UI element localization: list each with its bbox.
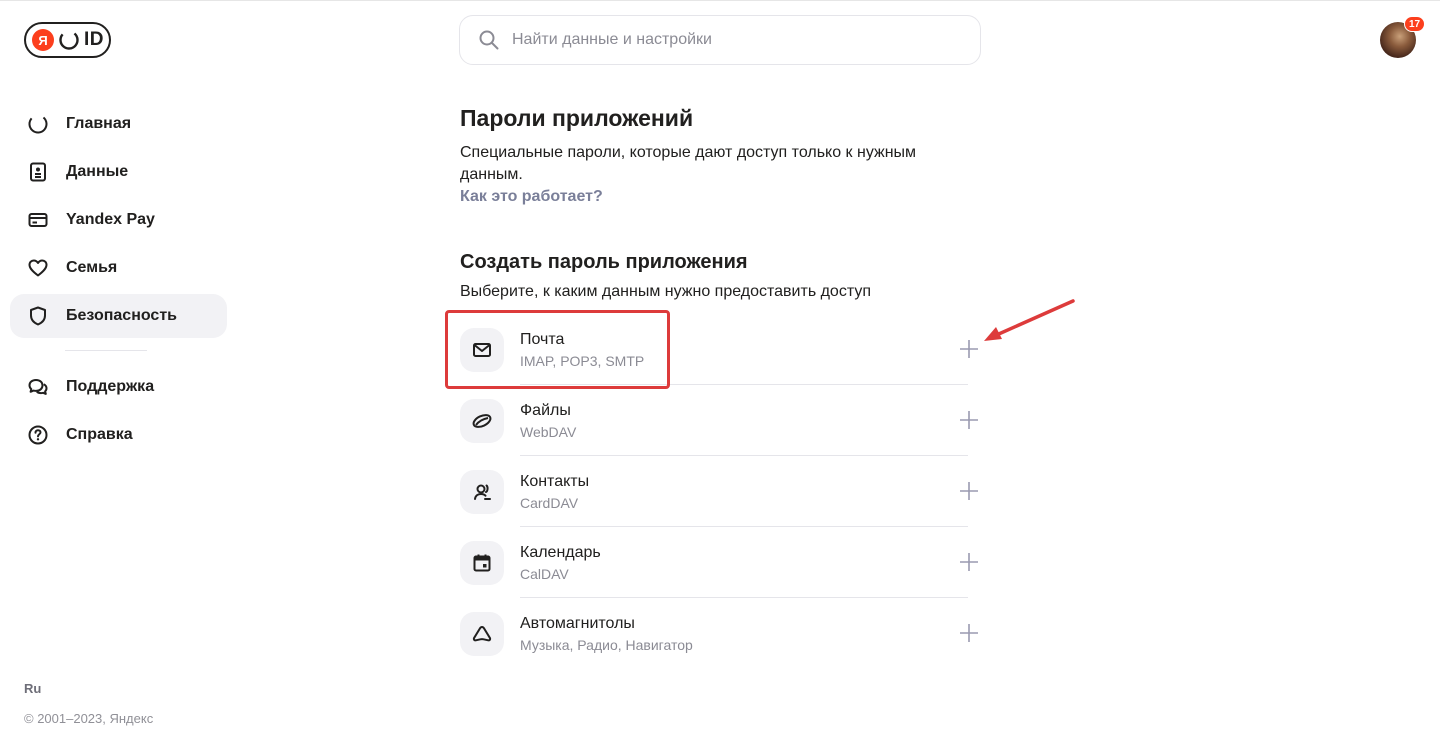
app-subtitle: WebDAV xyxy=(520,423,577,440)
sidebar-item-support[interactable]: Поддержка xyxy=(10,365,227,409)
sidebar-item-home[interactable]: Главная xyxy=(10,102,227,146)
ya-logo-icon: Я xyxy=(32,29,54,51)
credit-card-icon xyxy=(26,208,50,232)
sidebar-item-label: Безопасность xyxy=(66,307,177,324)
plus-icon[interactable] xyxy=(958,480,980,502)
sidebar-item-data[interactable]: Данные xyxy=(10,150,227,194)
plus-icon[interactable] xyxy=(958,622,980,644)
heart-icon xyxy=(26,256,50,280)
app-title: Календарь xyxy=(520,543,601,561)
sidebar-item-label: Семья xyxy=(66,259,118,276)
shield-icon xyxy=(26,304,50,328)
plus-icon[interactable] xyxy=(958,338,980,360)
annotation-arrow-icon xyxy=(984,299,1075,341)
logo-id-text: ID xyxy=(84,29,104,50)
question-icon xyxy=(26,423,50,447)
mail-icon xyxy=(460,327,504,372)
main-header: Пароли приложений Специальные пароли, ко… xyxy=(460,104,980,208)
sidebar-item-yandex-pay[interactable]: Yandex Pay xyxy=(10,198,227,242)
search-input[interactable] xyxy=(512,31,932,49)
sidebar-item-family[interactable]: Семья xyxy=(10,246,227,290)
app-title: Контакты xyxy=(520,472,590,490)
app-row-calendar[interactable]: Календарь CalDAV xyxy=(460,527,980,598)
disk-icon xyxy=(460,398,504,443)
how-it-works-link[interactable]: Как это работает? xyxy=(460,186,603,208)
app-title: Файлы xyxy=(520,401,571,419)
app-subtitle: IMAP, POP3, SMTP xyxy=(520,352,645,369)
sidebar-item-label: Поддержка xyxy=(66,378,155,395)
sidebar-nav: Главная Данные Yandex Pay Семья Безопасн… xyxy=(10,102,227,461)
create-password-title: Создать пароль приложения xyxy=(460,251,748,273)
app-title: Автомагнитолы xyxy=(520,614,635,632)
calendar-icon xyxy=(460,540,504,585)
page-description: Специальные пароли, которые дают доступ … xyxy=(460,144,917,183)
search-icon xyxy=(479,30,499,50)
sidebar-item-help[interactable]: Справка xyxy=(10,413,227,457)
yandex-id-logo[interactable]: Я ID xyxy=(24,22,111,58)
notification-badge: 17 xyxy=(1404,16,1426,32)
chat-icon xyxy=(26,375,50,399)
search-box[interactable] xyxy=(459,15,981,65)
app-row-contacts[interactable]: Контакты CardDAV xyxy=(460,456,980,527)
app-subtitle: CalDAV xyxy=(520,565,569,582)
smile-logo-icon xyxy=(59,30,79,50)
home-smile-icon xyxy=(26,112,50,136)
top-divider xyxy=(0,0,1440,1)
sidebar-item-label: Yandex Pay xyxy=(66,211,155,228)
app-row-mail[interactable]: Почта IMAP, POP3, SMTP xyxy=(460,314,980,385)
contacts-icon xyxy=(460,469,504,514)
car-icon xyxy=(460,611,504,656)
sidebar-item-label: Данные xyxy=(66,163,129,180)
app-title: Почта xyxy=(520,330,565,348)
id-card-icon xyxy=(26,160,50,184)
app-subtitle: CardDAV xyxy=(520,494,579,511)
app-row-car-audio[interactable]: Автомагнитолы Музыка, Радио, Навигатор xyxy=(460,598,980,669)
plus-icon[interactable] xyxy=(958,409,980,431)
sidebar-item-label: Главная xyxy=(66,115,132,132)
app-row-files[interactable]: Файлы WebDAV xyxy=(460,385,980,456)
copyright: © 2001–2023, Яндекс xyxy=(24,711,154,726)
sidebar-item-label: Справка xyxy=(66,426,133,443)
plus-icon[interactable] xyxy=(958,551,980,573)
page-title: Пароли приложений xyxy=(460,105,694,131)
sidebar-divider xyxy=(65,350,147,351)
app-subtitle: Музыка, Радио, Навигатор xyxy=(520,636,693,653)
create-password-description: Выберите, к каким данным нужно предостав… xyxy=(460,283,871,300)
app-password-list: Почта IMAP, POP3, SMTP Файлы WebDAV Конт… xyxy=(460,314,980,669)
sidebar-item-security[interactable]: Безопасность xyxy=(10,294,227,338)
language-switcher[interactable]: Ru xyxy=(24,681,41,696)
